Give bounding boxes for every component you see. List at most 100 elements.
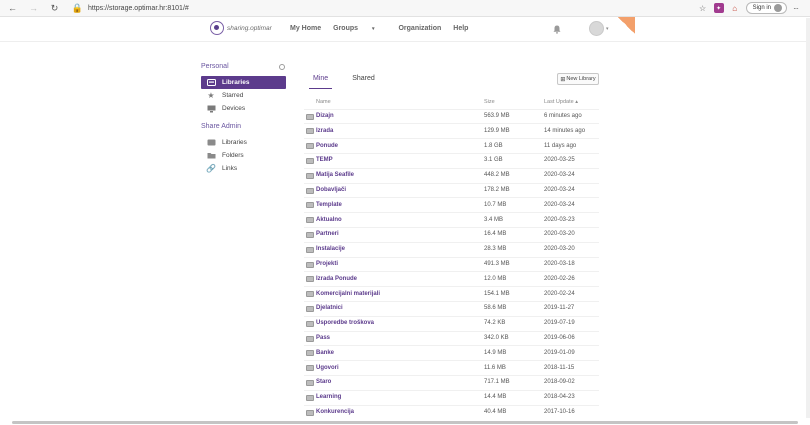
column-header-last-update[interactable]: Last Update ▴ [544, 99, 578, 105]
horizontal-scrollbar[interactable] [12, 421, 798, 424]
library-name[interactable]: Ugovori [316, 365, 339, 371]
library-name[interactable]: Djelatnici [316, 305, 343, 311]
library-name[interactable]: Izrada [316, 128, 333, 134]
library-size: 178.2 MB [484, 187, 510, 193]
library-name[interactable]: Dizajn [316, 113, 334, 119]
library-last-update: 2020-03-23 [544, 216, 575, 223]
nav-organization[interactable]: Organization [398, 25, 441, 32]
table-row[interactable]: Matija Seafile 448.2 MB 2020-03-24 [304, 167, 599, 183]
sidebar-item-starred[interactable]: ★ Starred [201, 89, 286, 102]
library-size: 129.9 MB [484, 127, 510, 134]
library-name[interactable]: TEMP [316, 157, 333, 163]
profile-icon [774, 4, 782, 12]
library-icon [306, 320, 314, 327]
sidebar-item-label: Libraries [222, 79, 250, 86]
table-row[interactable]: Dobavljači 178.2 MB 2020-03-24 [304, 182, 599, 198]
star-icon[interactable]: ☆ [698, 3, 708, 13]
library-name[interactable]: Konkurencija [316, 409, 354, 415]
sidebar-item-label: Folders [222, 152, 244, 159]
settings-icon[interactable] [279, 64, 285, 70]
table-row[interactable]: Ponude 1.8 GB 11 days ago [304, 138, 599, 153]
table-row[interactable]: Learning 14.4 MB 2018-04-23 [304, 389, 599, 405]
library-name[interactable]: Usporedbe troškova [316, 320, 374, 326]
header-divider [0, 41, 808, 42]
column-header-name[interactable]: Name [316, 99, 331, 105]
extension-icon[interactable]: ✦ [713, 3, 724, 13]
sidebar-item-devices[interactable]: Devices [201, 102, 286, 115]
library-icon [306, 291, 314, 298]
nav-groups[interactable]: Groups ▾ [333, 25, 386, 32]
link-icon: 🔗 [206, 164, 216, 173]
table-row[interactable]: Djelatnici 58.6 MB 2019-11-27 [304, 300, 599, 316]
vertical-scrollbar[interactable] [806, 18, 810, 418]
sidebar-item-folders[interactable]: Folders [201, 149, 286, 162]
library-last-update: 2019-01-09 [544, 349, 575, 356]
sidebar-item-label: Starred [222, 92, 244, 99]
nav-groups-label: Groups [333, 25, 359, 32]
table-row[interactable]: Partneri 16.4 MB 2020-03-20 [304, 226, 599, 242]
sidebar-item-libraries[interactable]: Libraries [201, 76, 286, 89]
signin-button[interactable]: Sign in [745, 2, 787, 14]
bell-icon[interactable] [553, 25, 561, 34]
refresh-icon[interactable]: ↻ [48, 2, 61, 15]
library-icon [306, 113, 314, 120]
table-row[interactable]: Usporedbe troškova 74.2 KB 2019-07-19 [304, 315, 599, 331]
table-row[interactable]: Projekti 491.3 MB 2020-03-18 [304, 256, 599, 272]
forward-icon[interactable]: → [27, 2, 40, 15]
library-icon [306, 172, 314, 179]
library-name[interactable]: Pass [316, 335, 330, 341]
table-row[interactable]: Staro 717.1 MB 2018-09-02 [304, 374, 599, 390]
table-row[interactable]: Komercijalni materijali 154.1 MB 2020-02-2… [304, 286, 599, 301]
address-bar[interactable]: 🔒 https://storage.optimar.hr:8101/# [71, 2, 189, 15]
table-row[interactable]: Izrada Ponude 12.0 MB 2020-02-26 [304, 271, 599, 286]
library-last-update: 2018-09-02 [544, 379, 575, 386]
library-name[interactable]: Template [316, 202, 342, 208]
menu-dots-icon[interactable]: ··· [793, 4, 799, 13]
library-name[interactable]: Instalacije [316, 246, 345, 252]
column-header-size[interactable]: Size [484, 99, 495, 105]
library-name[interactable]: Banke [316, 350, 334, 356]
new-library-label: New Library [566, 76, 596, 82]
nav-my-home[interactable]: My Home [290, 25, 321, 32]
new-library-button[interactable]: ⊞ New Library [557, 73, 599, 85]
library-size: 58.6 MB [484, 305, 507, 312]
table-row[interactable]: Izrada 129.9 MB 14 minutes ago [304, 123, 599, 138]
library-name[interactable]: Projekti [316, 261, 338, 267]
sidebar-item-links[interactable]: 🔗 Links [201, 162, 286, 175]
logo[interactable]: sharing.optimar [210, 21, 272, 35]
table-row[interactable]: Template 10.7 MB 2020-03-24 [304, 197, 599, 212]
table-row[interactable]: Konkurencija 40.4 MB 2017-10-16 [304, 404, 599, 420]
table-row[interactable]: Ugovori 11.6 MB 2018-11-15 [304, 360, 599, 375]
chevron-down-icon[interactable]: ▾ [606, 26, 609, 32]
table-row[interactable]: Instalacije 28.3 MB 2020-03-20 [304, 241, 599, 257]
nav-help[interactable]: Help [453, 25, 468, 32]
back-icon[interactable]: ← [6, 2, 19, 15]
avatar[interactable] [589, 21, 604, 36]
tab-shared[interactable]: Shared [348, 72, 379, 89]
library-name[interactable]: Ponude [316, 143, 338, 149]
sidebar-heading-personal: Personal [201, 63, 229, 70]
sidebar-item-admin-libraries[interactable]: Libraries [201, 136, 286, 149]
library-name[interactable]: Matija Seafile [316, 172, 354, 178]
extension-icon-2[interactable]: ⌂ [730, 3, 740, 13]
library-last-update: 2019-11-27 [544, 305, 575, 312]
library-name[interactable]: Aktualno [316, 217, 342, 223]
library-size: 491.3 MB [484, 261, 510, 267]
table-row[interactable]: Dizajn 563.9 MB 6 minutes ago [304, 108, 599, 124]
table-row[interactable]: Banke 14.9 MB 2019-01-09 [304, 345, 599, 360]
library-name[interactable]: Learning [316, 394, 341, 400]
library-name[interactable]: Dobavljači [316, 187, 346, 193]
library-icon [306, 350, 314, 357]
table-row[interactable]: Pass 342.0 KB 2019-06-06 [304, 330, 599, 346]
library-last-update: 14 minutes ago [544, 127, 586, 134]
library-name[interactable]: Partneri [316, 231, 339, 237]
library-name[interactable]: Izrada Ponude [316, 276, 357, 282]
table-row[interactable]: TEMP 3.1 GB 2020-03-25 [304, 152, 599, 168]
table-row[interactable]: Aktualno 3.4 MB 2020-03-23 [304, 212, 599, 227]
tab-mine[interactable]: Mine [309, 72, 333, 89]
url-text[interactable]: https://storage.optimar.hr:8101/# [88, 5, 189, 12]
library-icon [306, 394, 314, 401]
library-name[interactable]: Komercijalni materijali [316, 291, 380, 297]
library-icon [306, 365, 314, 372]
library-name[interactable]: Staro [316, 379, 331, 385]
